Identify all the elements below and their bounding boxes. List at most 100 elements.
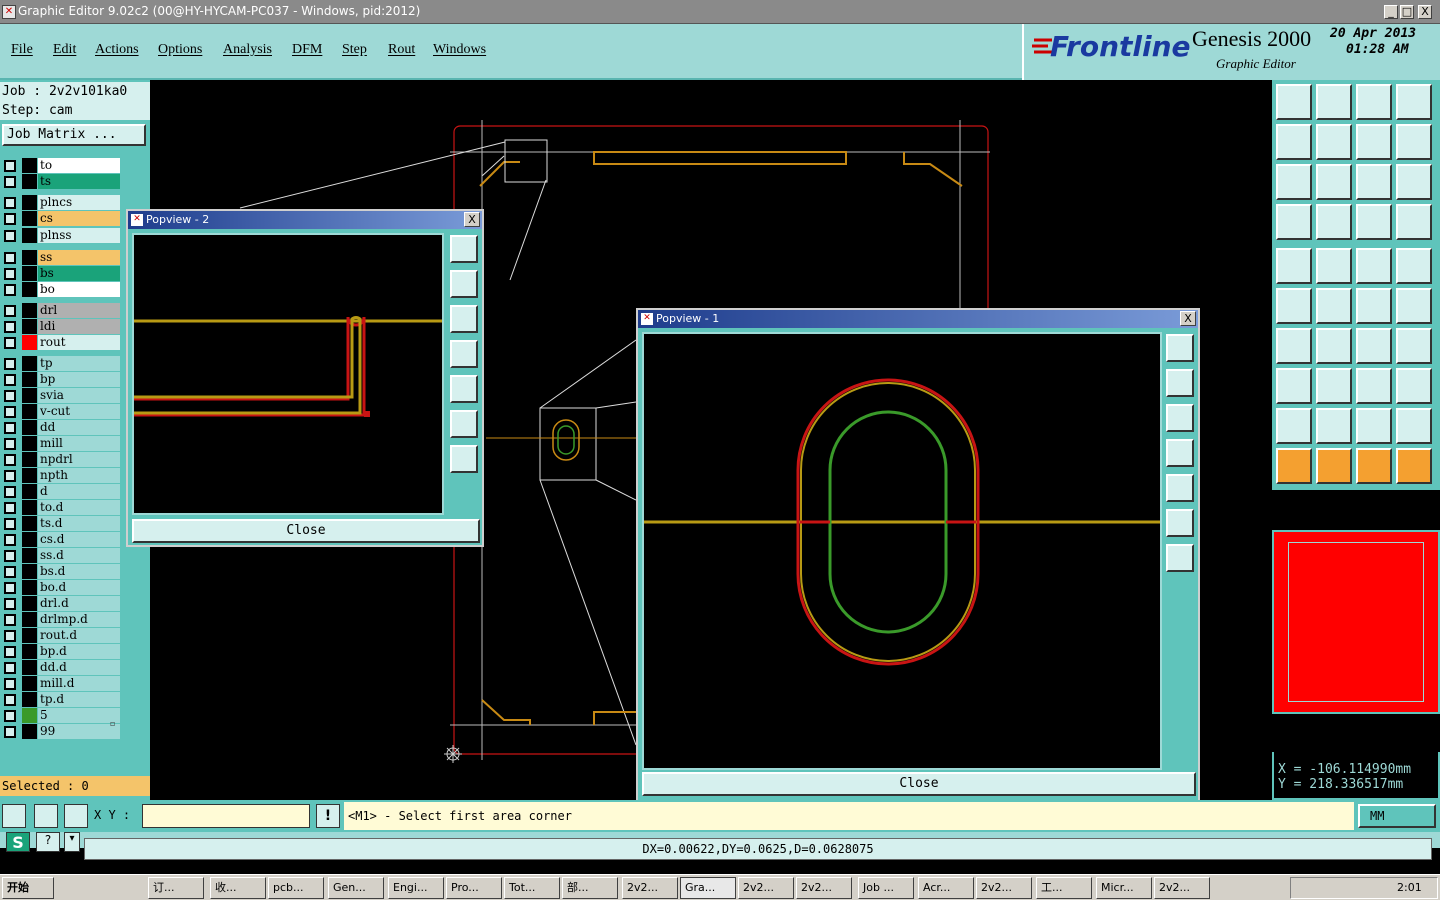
tool-tri-d-icon[interactable] [1396, 408, 1432, 444]
layer-checkbox[interactable] [4, 582, 16, 594]
layer-checkbox[interactable] [4, 694, 16, 706]
layer-row-dd[interactable]: dd [2, 420, 120, 435]
tool-snap-region-icon[interactable] [1316, 248, 1352, 284]
menu-options[interactable]: Options [158, 42, 202, 58]
layer-checkbox[interactable] [4, 176, 16, 188]
layer-checkbox[interactable] [4, 710, 16, 722]
layer-row-bs[interactable]: bs [2, 266, 120, 281]
menu-windows[interactable]: Windows [433, 42, 486, 58]
tool-center-icon[interactable] [1316, 164, 1352, 200]
overview-map[interactable] [1274, 532, 1438, 712]
layer-checkbox[interactable] [4, 213, 16, 225]
layer-checkbox[interactable] [4, 470, 16, 482]
layer-row-cs-d[interactable]: cs.d [2, 532, 120, 547]
layer-row-to-d[interactable]: to.d [2, 500, 120, 515]
tool-circle-icon[interactable] [1396, 248, 1432, 284]
tool-select-arrow-icon[interactable] [1276, 448, 1312, 484]
layer-checkbox[interactable] [4, 337, 16, 349]
layer-row-bs-d[interactable]: bs.d [2, 564, 120, 579]
pv2-zoom-out-tool[interactable] [450, 445, 478, 473]
menu-rout[interactable]: Rout [388, 42, 415, 58]
pv2-pan-up-tool[interactable] [450, 270, 478, 298]
popview-1-close-icon[interactable]: X [1180, 311, 1196, 326]
layer-row-d[interactable]: d [2, 484, 120, 499]
pv1-pan-down-tool[interactable] [1166, 404, 1194, 432]
layer-row-tp-d[interactable]: tp.d [2, 692, 120, 707]
pv1-pan-up-tool[interactable] [1166, 369, 1194, 397]
tool-tri-c-icon[interactable] [1356, 408, 1392, 444]
layer-row-bo-d[interactable]: bo.d [2, 580, 120, 595]
pv1-zoom-out-tool[interactable] [1166, 544, 1194, 572]
taskbar-item[interactable]: Tot... [504, 877, 560, 899]
pv2-zoom-fit-tool[interactable] [450, 235, 478, 263]
minimize-button[interactable]: _ [1384, 5, 1398, 19]
maximize-button[interactable]: □ [1400, 5, 1414, 19]
tool-scale-1-2-icon[interactable] [1356, 164, 1392, 200]
layer-checkbox[interactable] [4, 406, 16, 418]
tool-slash-icon[interactable] [1316, 328, 1352, 364]
taskbar-item[interactable]: Engi... [388, 877, 444, 899]
pv1-zoom-in-tool[interactable] [1166, 509, 1194, 537]
tool-pin-icon[interactable] [1316, 204, 1352, 240]
pv1-zoom-fit-tool[interactable] [1166, 334, 1194, 362]
taskbar-item[interactable]: 工... [1036, 877, 1092, 899]
tool-select-box-icon[interactable] [1316, 448, 1352, 484]
menu-step[interactable]: Step [342, 42, 367, 58]
xy-input[interactable] [142, 804, 310, 828]
layer-checkbox[interactable] [4, 614, 16, 626]
layer-row-bo[interactable]: bo [2, 282, 120, 297]
layer-checkbox[interactable] [4, 197, 16, 209]
layer-checkbox[interactable] [4, 726, 16, 738]
tool-fit-icon[interactable] [1276, 164, 1312, 200]
tool-minus-icon[interactable] [1316, 368, 1352, 404]
layer-checkbox[interactable] [4, 321, 16, 333]
tool-ruler-icon[interactable] [1356, 248, 1392, 284]
tool-tri-a-icon[interactable] [1276, 408, 1312, 444]
tool-help-query-icon[interactable] [1396, 164, 1432, 200]
layer-row-ldi[interactable]: ldi [2, 319, 120, 334]
menu-dfm[interactable]: DFM [292, 42, 322, 58]
taskbar-item[interactable]: 收... [210, 877, 266, 899]
layer-checkbox[interactable] [4, 268, 16, 280]
pv2-pan-down-tool[interactable] [450, 305, 478, 333]
taskbar-item[interactable]: Acr... [918, 877, 974, 899]
layer-row-drl[interactable]: drl [2, 303, 120, 318]
tool-window-icon[interactable] [1396, 84, 1432, 120]
layer-row-mill[interactable]: mill [2, 436, 120, 451]
pv1-pan-left-tool[interactable] [1166, 439, 1194, 467]
start-button[interactable]: 开始 [2, 877, 54, 899]
taskbar-item[interactable]: Job ... [858, 877, 914, 899]
tool-move-left-icon[interactable] [1276, 124, 1312, 160]
layer-checkbox[interactable] [4, 305, 16, 317]
tool-cube-icon[interactable] [1396, 368, 1432, 404]
tool-layer-a-icon[interactable] [1356, 204, 1392, 240]
tool-route-icon[interactable] [1276, 204, 1312, 240]
layer-checkbox[interactable] [4, 252, 16, 264]
layer-row-cs[interactable]: cs [2, 211, 120, 226]
close-window-button[interactable]: X [1418, 5, 1432, 19]
layer-checkbox[interactable] [4, 160, 16, 172]
taskbar-item[interactable]: Micr... [1096, 877, 1152, 899]
pv2-zoom-in-tool[interactable] [450, 410, 478, 438]
taskbar-item[interactable]: Pro... [446, 877, 502, 899]
layer-checkbox[interactable] [4, 486, 16, 498]
layer-checkbox[interactable] [4, 390, 16, 402]
layer-row-drl-d[interactable]: drl.d [2, 596, 120, 611]
layer-checkbox[interactable] [4, 646, 16, 658]
layer-row-v-cut[interactable]: v-cut [2, 404, 120, 419]
popview-2-close-button[interactable]: Close [132, 519, 480, 543]
zoom-area-icon[interactable] [2, 804, 26, 828]
layer-row-rout[interactable]: rout [2, 335, 120, 350]
layer-checkbox[interactable] [4, 598, 16, 610]
tool-point-a-icon[interactable] [1356, 288, 1392, 324]
taskbar-item[interactable]: 2v2... [976, 877, 1032, 899]
layer-row-plncs[interactable]: plncs [2, 195, 120, 210]
tool-cross-icon[interactable] [1316, 288, 1352, 324]
taskbar-item[interactable]: 2v2... [622, 877, 678, 899]
layer-checkbox[interactable] [4, 566, 16, 578]
layer-row-bp-d[interactable]: bp.d [2, 644, 120, 659]
pv1-pan-right-tool[interactable] [1166, 474, 1194, 502]
layer-row-99[interactable]: 99 [2, 724, 120, 739]
tool-fork-icon[interactable] [1396, 328, 1432, 364]
taskbar-item[interactable]: 订... [148, 877, 204, 899]
